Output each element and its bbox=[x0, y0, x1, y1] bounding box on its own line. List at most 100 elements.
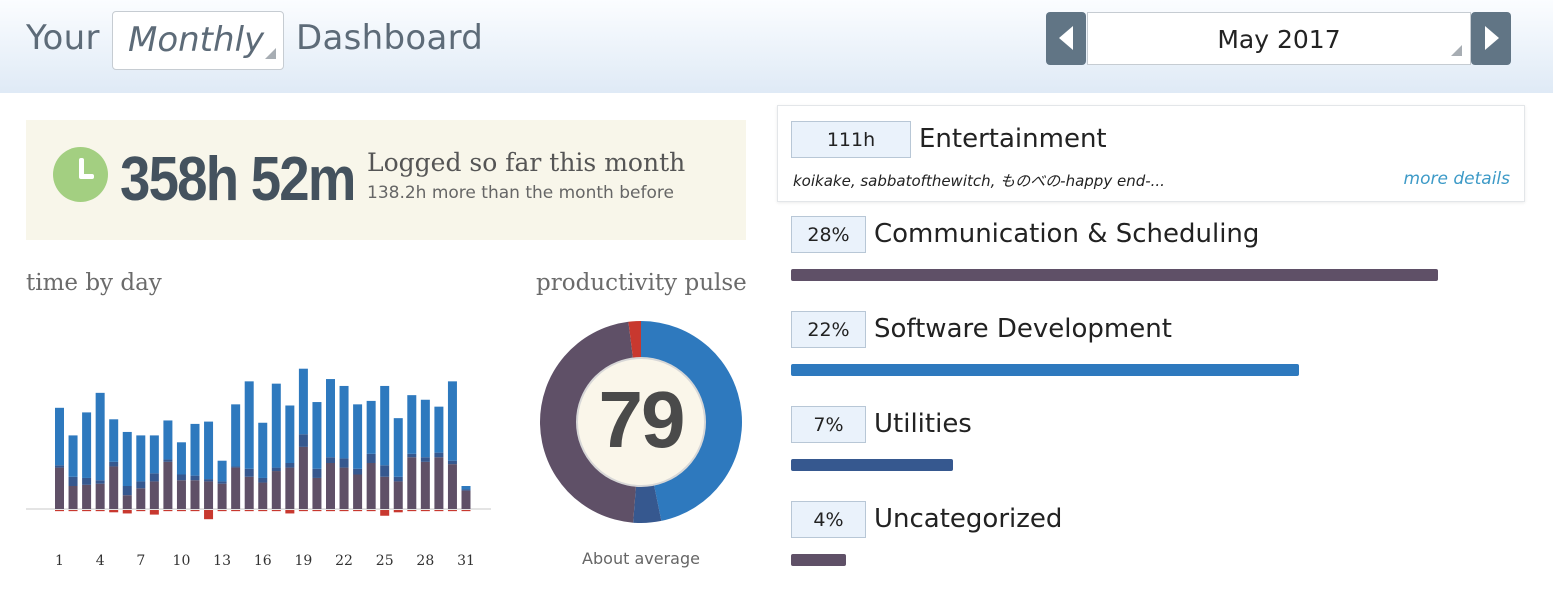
bar-segment-day-17 bbox=[271, 467, 281, 472]
bar-segment-day-20 bbox=[312, 402, 322, 469]
bar-segment-day-8 bbox=[149, 435, 159, 474]
distracting-bar-day-7 bbox=[136, 510, 146, 512]
bar-segment-day-14 bbox=[231, 467, 241, 509]
distracting-bar-day-8 bbox=[149, 510, 159, 515]
category-name[interactable]: Uncategorized bbox=[874, 504, 1062, 534]
bar-segment-day-24 bbox=[366, 400, 376, 454]
bar-segment-day-29 bbox=[434, 457, 444, 509]
month-select[interactable]: May 2017 bbox=[1087, 12, 1471, 65]
top-category-hours: 111h bbox=[791, 121, 911, 158]
bar-segment-day-3 bbox=[82, 477, 92, 485]
bar-segment-day-23 bbox=[353, 468, 363, 475]
bar-segment-day-1 bbox=[55, 467, 64, 509]
distracting-bar-day-23 bbox=[353, 510, 363, 512]
distracting-bar-day-6 bbox=[122, 510, 132, 514]
bar-segment-day-16 bbox=[258, 477, 268, 483]
period-select[interactable]: Monthly bbox=[112, 11, 284, 70]
top-category-card: 111h Entertainment koikake, sabbatofthew… bbox=[777, 105, 1525, 202]
bar-segment-day-25 bbox=[380, 465, 390, 477]
bar-segment-day-18 bbox=[285, 405, 295, 463]
bar-segment-day-15 bbox=[244, 476, 254, 509]
bar-segment-day-8 bbox=[149, 473, 159, 482]
bar-segment-day-16 bbox=[258, 422, 268, 478]
category-bar bbox=[791, 554, 847, 566]
category-name[interactable]: Communication & Scheduling bbox=[874, 219, 1259, 249]
x-tick-label: 7 bbox=[136, 553, 145, 569]
dashboard-header: Your Monthly Dashboard May 2017 bbox=[0, 0, 1553, 93]
bar-segment-day-19 bbox=[298, 446, 308, 509]
bar-segment-day-20 bbox=[312, 477, 322, 509]
distracting-bar-day-19 bbox=[298, 510, 308, 512]
productivity-pulse-value: 79 bbox=[598, 375, 686, 464]
distracting-bar-day-29 bbox=[434, 510, 444, 512]
logged-label: Logged so far this month bbox=[367, 148, 686, 177]
bar-segment-day-14 bbox=[231, 404, 241, 467]
bar-segment-day-2 bbox=[68, 486, 78, 509]
bar-segment-day-11 bbox=[190, 475, 200, 481]
bar-segment-day-9 bbox=[163, 461, 173, 509]
distracting-bar-day-21 bbox=[326, 510, 335, 512]
dropdown-corner-icon bbox=[265, 48, 276, 59]
bar-segment-day-7 bbox=[136, 435, 146, 482]
distracting-bar-day-20 bbox=[312, 510, 322, 512]
x-tick-label: 22 bbox=[335, 553, 353, 569]
bar-segment-day-4 bbox=[95, 480, 105, 484]
bar-segment-day-12 bbox=[204, 421, 214, 480]
distracting-bar-day-27 bbox=[407, 510, 417, 512]
bar-segment-day-13 bbox=[217, 460, 227, 482]
top-category-name[interactable]: Entertainment bbox=[919, 124, 1107, 154]
distracting-bar-day-13 bbox=[217, 510, 227, 512]
distracting-bar-day-12 bbox=[204, 510, 214, 520]
bar-segment-day-16 bbox=[258, 482, 268, 509]
bar-segment-day-24 bbox=[366, 453, 376, 463]
previous-month-button[interactable] bbox=[1046, 12, 1086, 65]
distracting-bar-day-18 bbox=[285, 510, 295, 514]
bar-segment-day-10 bbox=[176, 474, 186, 481]
next-month-button[interactable] bbox=[1471, 12, 1511, 65]
bar-segment-day-23 bbox=[353, 404, 363, 469]
productivity-pulse-title: productivity pulse bbox=[536, 270, 747, 296]
bar-segment-day-31 bbox=[461, 490, 471, 509]
bar-segment-day-15 bbox=[244, 468, 254, 477]
bar-segment-day-22 bbox=[339, 385, 349, 459]
distracting-bar-day-10 bbox=[176, 510, 186, 512]
bar-segment-day-18 bbox=[285, 467, 295, 509]
category-name[interactable]: Software Development bbox=[874, 314, 1172, 344]
distracting-bar-day-24 bbox=[366, 510, 376, 512]
bar-segment-day-10 bbox=[176, 480, 186, 509]
bar-segment-day-20 bbox=[312, 468, 322, 478]
bar-segment-day-6 bbox=[122, 495, 132, 509]
distracting-bar-day-15 bbox=[244, 510, 254, 512]
distracting-bar-day-30 bbox=[447, 510, 457, 512]
bar-segment-day-30 bbox=[447, 381, 457, 461]
distracting-bar-day-1 bbox=[55, 510, 64, 512]
bar-segment-day-14 bbox=[231, 466, 241, 468]
bar-segment-day-26 bbox=[393, 418, 403, 477]
bar-segment-day-5 bbox=[109, 461, 119, 467]
distracting-bar-day-25 bbox=[380, 510, 390, 516]
bar-segment-day-13 bbox=[217, 483, 227, 509]
bar-segment-day-2 bbox=[68, 435, 78, 477]
distracting-bar-day-4 bbox=[95, 510, 105, 512]
bar-segment-day-3 bbox=[82, 412, 92, 478]
bar-segment-day-11 bbox=[190, 480, 200, 509]
bar-segment-day-7 bbox=[136, 481, 146, 489]
header-dashboard-label: Dashboard bbox=[296, 18, 484, 58]
bar-segment-day-6 bbox=[122, 431, 132, 486]
bar-segment-day-1 bbox=[55, 465, 64, 468]
bar-segment-day-8 bbox=[149, 481, 159, 509]
more-details-link[interactable]: more details bbox=[1404, 169, 1510, 189]
bar-segment-day-19 bbox=[298, 368, 308, 435]
bar-segment-day-23 bbox=[353, 474, 363, 509]
distracting-bar-day-17 bbox=[271, 510, 281, 512]
x-tick-label: 13 bbox=[213, 553, 231, 569]
x-tick-label: 19 bbox=[294, 553, 312, 569]
distracting-bar-day-14 bbox=[231, 510, 241, 512]
bar-segment-day-19 bbox=[298, 434, 308, 447]
month-select-value: May 2017 bbox=[1217, 25, 1341, 54]
bar-segment-day-26 bbox=[393, 481, 403, 509]
category-name[interactable]: Utilities bbox=[874, 409, 972, 439]
arrow-left-icon bbox=[1059, 26, 1073, 50]
bar-segment-day-28 bbox=[420, 461, 430, 509]
bar-segment-day-4 bbox=[95, 392, 105, 481]
